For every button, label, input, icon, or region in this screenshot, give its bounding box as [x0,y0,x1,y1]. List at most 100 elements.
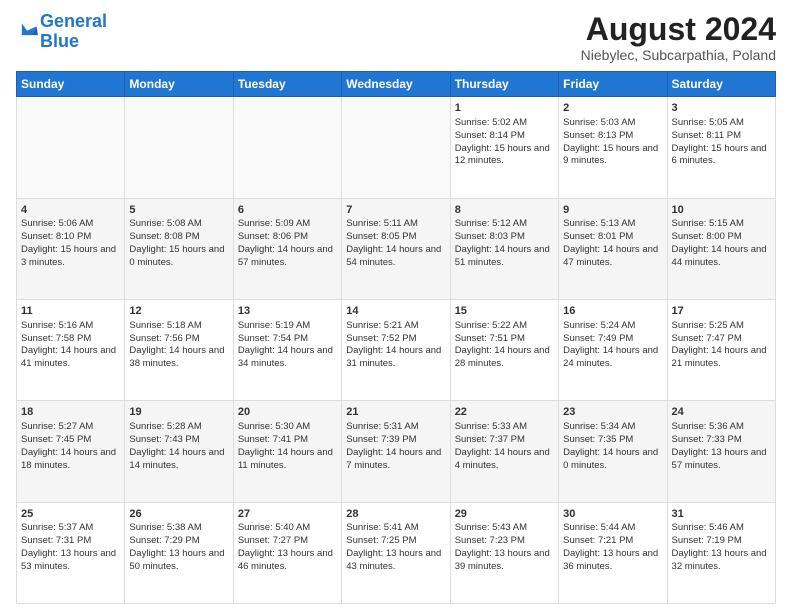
day-number: 14 [346,304,445,319]
calendar-cell: 26Sunrise: 5:38 AMSunset: 7:29 PMDayligh… [125,502,233,603]
day-number: 6 [238,203,337,218]
day-number: 16 [563,304,662,319]
day-number: 26 [129,507,228,522]
day-info: Daylight: 13 hours and 39 minutes. [455,548,554,574]
day-info: Daylight: 14 hours and 44 minutes. [672,244,771,270]
day-info: Sunset: 7:27 PM [238,535,337,548]
calendar-cell: 12Sunrise: 5:18 AMSunset: 7:56 PMDayligh… [125,299,233,400]
day-info: Sunset: 8:05 PM [346,231,445,244]
day-info: Daylight: 14 hours and 38 minutes. [129,345,228,371]
day-number: 22 [455,405,554,420]
day-info: Sunset: 8:00 PM [672,231,771,244]
calendar-cell: 13Sunrise: 5:19 AMSunset: 7:54 PMDayligh… [233,299,341,400]
day-info: Sunrise: 5:16 AM [21,320,120,333]
day-info: Daylight: 13 hours and 43 minutes. [346,548,445,574]
calendar-table: SundayMondayTuesdayWednesdayThursdayFrid… [16,71,776,604]
day-info: Sunrise: 5:43 AM [455,522,554,535]
day-info: Sunrise: 5:40 AM [238,522,337,535]
day-info: Sunset: 7:37 PM [455,434,554,447]
day-info: Sunrise: 5:18 AM [129,320,228,333]
day-number: 15 [455,304,554,319]
day-info: Sunset: 8:06 PM [238,231,337,244]
day-info: Daylight: 13 hours and 32 minutes. [672,548,771,574]
day-info: Daylight: 15 hours and 0 minutes. [129,244,228,270]
calendar-cell: 5Sunrise: 5:08 AMSunset: 8:08 PMDaylight… [125,198,233,299]
day-number: 9 [563,203,662,218]
calendar-cell: 31Sunrise: 5:46 AMSunset: 7:19 PMDayligh… [667,502,775,603]
day-info: Sunset: 8:08 PM [129,231,228,244]
day-info: Sunset: 7:45 PM [21,434,120,447]
day-info: Daylight: 14 hours and 21 minutes. [672,345,771,371]
day-info: Sunset: 8:01 PM [563,231,662,244]
day-number: 17 [672,304,771,319]
day-info: Sunrise: 5:27 AM [21,421,120,434]
logo: General Blue [16,12,107,52]
day-info: Daylight: 13 hours and 50 minutes. [129,548,228,574]
calendar-cell: 22Sunrise: 5:33 AMSunset: 7:37 PMDayligh… [450,401,558,502]
day-info: Sunrise: 5:41 AM [346,522,445,535]
day-info: Sunset: 7:33 PM [672,434,771,447]
calendar-cell: 7Sunrise: 5:11 AMSunset: 8:05 PMDaylight… [342,198,450,299]
day-number: 3 [672,101,771,116]
day-info: Daylight: 14 hours and 31 minutes. [346,345,445,371]
day-info: Daylight: 15 hours and 3 minutes. [21,244,120,270]
calendar-cell: 24Sunrise: 5:36 AMSunset: 7:33 PMDayligh… [667,401,775,502]
day-number: 11 [21,304,120,319]
day-info: Sunrise: 5:05 AM [672,117,771,130]
day-info: Sunset: 7:54 PM [238,333,337,346]
calendar-cell [125,97,233,198]
day-info: Sunrise: 5:34 AM [563,421,662,434]
day-number: 30 [563,507,662,522]
logo-text: General Blue [40,12,107,52]
day-number: 24 [672,405,771,420]
calendar-cell: 15Sunrise: 5:22 AMSunset: 7:51 PMDayligh… [450,299,558,400]
day-info: Daylight: 14 hours and 41 minutes. [21,345,120,371]
day-info: Sunset: 7:19 PM [672,535,771,548]
day-info: Sunrise: 5:08 AM [129,218,228,231]
month-title: August 2024 [581,12,776,47]
day-info: Sunrise: 5:13 AM [563,218,662,231]
day-info: Sunset: 7:31 PM [21,535,120,548]
day-number: 1 [455,101,554,116]
day-info: Sunrise: 5:28 AM [129,421,228,434]
col-header-monday: Monday [125,72,233,97]
day-number: 31 [672,507,771,522]
calendar-cell: 28Sunrise: 5:41 AMSunset: 7:25 PMDayligh… [342,502,450,603]
calendar-cell [17,97,125,198]
day-info: Sunrise: 5:25 AM [672,320,771,333]
day-info: Daylight: 14 hours and 4 minutes. [455,447,554,473]
day-info: Daylight: 15 hours and 12 minutes. [455,143,554,169]
day-info: Daylight: 14 hours and 11 minutes. [238,447,337,473]
day-info: Daylight: 15 hours and 6 minutes. [672,143,771,169]
day-info: Daylight: 13 hours and 46 minutes. [238,548,337,574]
day-number: 19 [129,405,228,420]
calendar-cell: 6Sunrise: 5:09 AMSunset: 8:06 PMDaylight… [233,198,341,299]
calendar-cell: 30Sunrise: 5:44 AMSunset: 7:21 PMDayligh… [559,502,667,603]
day-info: Sunrise: 5:36 AM [672,421,771,434]
calendar-cell: 2Sunrise: 5:03 AMSunset: 8:13 PMDaylight… [559,97,667,198]
day-number: 20 [238,405,337,420]
calendar-cell: 11Sunrise: 5:16 AMSunset: 7:58 PMDayligh… [17,299,125,400]
col-header-tuesday: Tuesday [233,72,341,97]
day-info: Daylight: 14 hours and 18 minutes. [21,447,120,473]
day-number: 25 [21,507,120,522]
day-info: Sunset: 8:03 PM [455,231,554,244]
day-info: Sunset: 7:51 PM [455,333,554,346]
day-info: Sunrise: 5:31 AM [346,421,445,434]
day-info: Sunrise: 5:37 AM [21,522,120,535]
calendar-cell: 14Sunrise: 5:21 AMSunset: 7:52 PMDayligh… [342,299,450,400]
day-info: Sunset: 7:35 PM [563,434,662,447]
day-number: 23 [563,405,662,420]
day-info: Daylight: 14 hours and 0 minutes. [563,447,662,473]
calendar-cell [233,97,341,198]
col-header-wednesday: Wednesday [342,72,450,97]
day-info: Sunrise: 5:06 AM [21,218,120,231]
calendar-cell: 23Sunrise: 5:34 AMSunset: 7:35 PMDayligh… [559,401,667,502]
calendar-cell: 8Sunrise: 5:12 AMSunset: 8:03 PMDaylight… [450,198,558,299]
day-info: Daylight: 14 hours and 57 minutes. [238,244,337,270]
day-info: Daylight: 15 hours and 9 minutes. [563,143,662,169]
day-info: Sunset: 8:14 PM [455,130,554,143]
day-info: Sunrise: 5:24 AM [563,320,662,333]
day-number: 5 [129,203,228,218]
col-header-thursday: Thursday [450,72,558,97]
